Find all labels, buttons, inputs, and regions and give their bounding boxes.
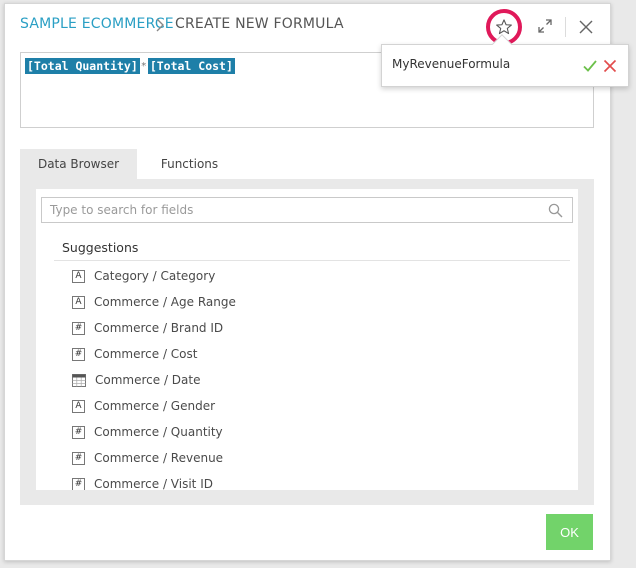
list-item[interactable]: A Commerce / Gender: [72, 393, 578, 419]
tab-data-browser[interactable]: Data Browser: [20, 149, 137, 179]
close-icon[interactable]: [579, 20, 593, 34]
field-list-container: Type to search for fields Suggestions A …: [36, 189, 578, 490]
suggestions-list: A Category / Category A Commerce / Age R…: [72, 263, 578, 490]
list-item[interactable]: Commerce / Date: [72, 367, 578, 393]
tab-functions[interactable]: Functions: [137, 149, 242, 179]
formula-operator: *: [140, 60, 147, 72]
number-type-icon: #: [72, 477, 85, 490]
dialog-header: SAMPLE ECOMMERCE CREATE NEW FORMULA: [5, 4, 610, 46]
text-type-icon: A: [72, 295, 85, 309]
field-name: Commerce / Revenue: [94, 451, 224, 465]
ok-button[interactable]: OK: [546, 514, 593, 550]
field-name: Commerce / Gender: [94, 399, 216, 413]
page-title: CREATE NEW FORMULA: [175, 16, 344, 32]
list-item[interactable]: A Category / Category: [72, 263, 578, 289]
check-icon[interactable]: [583, 59, 597, 73]
formula-token[interactable]: [Total Cost]: [147, 58, 235, 74]
search-input[interactable]: Type to search for fields: [50, 203, 193, 217]
field-name: Commerce / Cost: [94, 347, 198, 361]
list-item[interactable]: A Commerce / Age Range: [72, 289, 578, 315]
suggestions-heading: Suggestions: [62, 240, 139, 255]
star-icon: [496, 19, 512, 35]
field-name: Commerce / Quantity: [94, 425, 223, 439]
formula-expression: [Total Quantity] * [Total Cost]: [25, 58, 235, 74]
number-type-icon: #: [72, 347, 85, 361]
calendar-icon: [72, 373, 86, 387]
search-icon[interactable]: [548, 203, 563, 218]
text-type-icon: A: [72, 399, 85, 413]
list-item[interactable]: # Commerce / Visit ID: [72, 471, 578, 490]
list-item[interactable]: # Commerce / Revenue: [72, 445, 578, 471]
formula-name-field[interactable]: MyRevenueFormula: [392, 57, 510, 71]
field-name: Commerce / Age Range: [94, 295, 236, 309]
number-type-icon: #: [72, 425, 85, 439]
field-name: Commerce / Brand ID: [94, 321, 224, 335]
list-item[interactable]: # Commerce / Quantity: [72, 419, 578, 445]
field-search[interactable]: Type to search for fields: [41, 197, 573, 223]
data-browser-panel: Type to search for fields Suggestions A …: [20, 179, 594, 505]
number-type-icon: #: [72, 321, 85, 335]
text-type-icon: A: [72, 269, 85, 283]
x-icon[interactable]: [603, 59, 617, 73]
breadcrumb-root[interactable]: SAMPLE ECOMMERCE: [20, 16, 174, 32]
list-item[interactable]: # Commerce / Brand ID: [72, 315, 578, 341]
field-name: Category / Category: [94, 269, 216, 283]
field-name: Commerce / Date: [95, 373, 201, 387]
browser-tabs: Data Browser Functions: [20, 149, 594, 179]
save-formula-popover: MyRevenueFormula: [381, 34, 629, 87]
divider: [54, 260, 570, 261]
list-item[interactable]: # Commerce / Cost: [72, 341, 578, 367]
number-type-icon: #: [72, 451, 85, 465]
field-name: Commerce / Visit ID: [94, 477, 213, 490]
formula-token[interactable]: [Total Quantity]: [25, 58, 140, 74]
header-divider: [565, 17, 566, 37]
expand-icon[interactable]: [538, 19, 552, 33]
chevron-right-icon: [156, 18, 164, 32]
